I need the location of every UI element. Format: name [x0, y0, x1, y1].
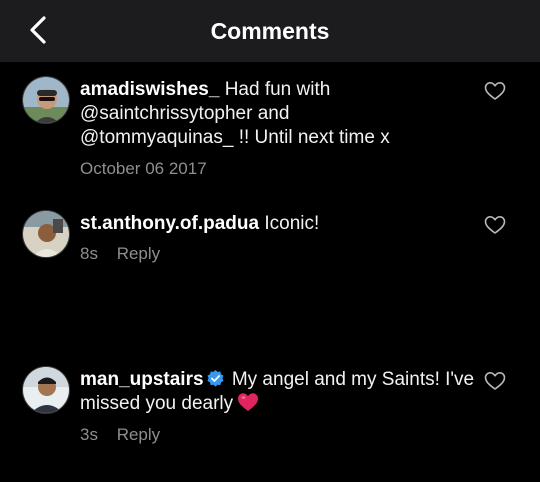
comment-meta: 3s Reply [80, 424, 160, 446]
reply-button[interactable]: Reply [117, 244, 160, 263]
comment-body: amadiswishes_ Had fun with @saintchrissy… [80, 78, 475, 150]
comment-text: Had fun with [224, 79, 331, 100]
reply-button[interactable]: Reply [117, 425, 160, 444]
comment-meta: 8s Reply [80, 243, 160, 265]
page-title: Comments [210, 18, 330, 44]
comment-item: man_upstairs My angel and my Saints! I'v… [0, 352, 540, 452]
comment-item: amadiswishes_ Had fun with @saintchrissy… [0, 62, 540, 187]
avatar-image [23, 367, 69, 413]
heart-outline-icon [484, 372, 506, 390]
comment-text: and [257, 103, 290, 124]
top-bar: Comments [0, 0, 540, 62]
avatar-image [23, 211, 69, 257]
comment-item: st.anthony.of.padua Iconic! 8s Reply [0, 196, 540, 276]
like-button[interactable] [484, 371, 506, 391]
red-heart-emoji [238, 393, 259, 411]
comment-text: Iconic! [264, 213, 320, 234]
avatar-image [23, 77, 69, 123]
heart-outline-icon [484, 216, 506, 234]
like-button[interactable] [484, 81, 506, 101]
mention-link[interactable]: @tommyaquinas_ [80, 127, 233, 148]
heart-outline-icon [484, 82, 506, 100]
comment-body: man_upstairs My angel and my Saints! I'v… [80, 368, 475, 416]
mention-link[interactable]: @saintchrissytopher [80, 103, 252, 124]
comment-timestamp: October 06 2017 [80, 159, 207, 178]
comment-meta: October 06 2017 [80, 158, 207, 180]
comment-username[interactable]: man_upstairs [80, 369, 204, 390]
verified-badge-icon [207, 369, 224, 387]
avatar[interactable] [22, 76, 70, 124]
comment-text: !! Until next time x [238, 127, 390, 148]
comment-username[interactable]: amadiswishes_ [80, 79, 219, 100]
comment-body: st.anthony.of.padua Iconic! [80, 212, 475, 236]
comment-timestamp: 8s [80, 244, 98, 263]
like-button[interactable] [484, 215, 506, 235]
avatar[interactable] [22, 210, 70, 258]
comment-username[interactable]: st.anthony.of.padua [80, 213, 259, 234]
avatar[interactable] [22, 366, 70, 414]
comment-timestamp: 3s [80, 425, 98, 444]
